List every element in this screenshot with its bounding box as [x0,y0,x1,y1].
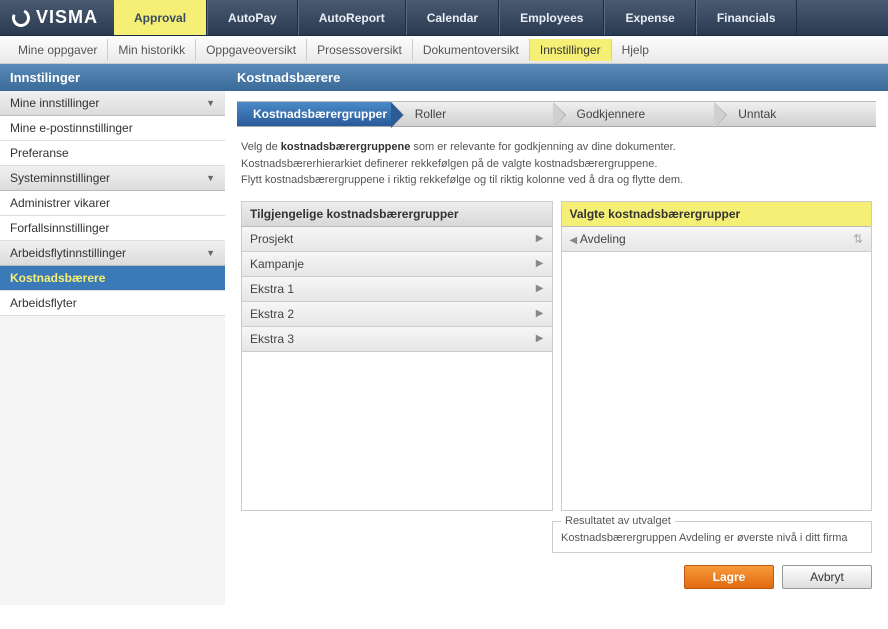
subnav-hjelp[interactable]: Hjelp [612,39,659,61]
topnav-approval[interactable]: Approval [114,0,207,35]
arrow-right-icon: ▶ [536,258,544,269]
topnav-employees[interactable]: Employees [499,0,604,35]
sidebar: Innstilinger Mine innstillinger ▼ Mine e… [0,64,225,605]
brand-logo: VISMA [0,7,114,28]
topnav-autopay[interactable]: AutoPay [207,0,298,35]
intro-pre: Velg de [241,141,281,153]
available-header: Tilgjengelige kostnadsbærergrupper [242,202,552,227]
topnav-financials[interactable]: Financials [696,0,797,35]
intro-line3: Flytt kostnadsbærergruppene i riktig rek… [241,174,683,186]
available-list: Tilgjengelige kostnadsbærergrupper Prosj… [241,201,553,511]
available-row[interactable]: Ekstra 2 ▶ [242,302,552,327]
subnav-innstillinger[interactable]: Innstillinger [530,39,612,61]
cancel-button[interactable]: Avbryt [782,565,872,589]
subnav-min-historikk[interactable]: Min historikk [108,39,196,61]
row-label: Kampanje [250,257,304,271]
logo-icon [9,6,32,29]
available-row[interactable]: Prosjekt ▶ [242,227,552,252]
step-kostnadsbarergrupper[interactable]: Kostnadsbærergrupper [237,101,391,127]
top-nav: Approval AutoPay AutoReport Calendar Emp… [114,0,796,35]
intro-post: som er relevante for godkjenning av dine… [410,141,675,153]
arrow-right-icon: ▶ [536,308,544,319]
step-godkjennere[interactable]: Godkjennere [553,101,715,127]
arrow-left-icon: ◀ [570,235,578,246]
drag-handle-icon[interactable]: ⇅ [853,232,863,246]
content: Kostnadsbærere Kostnadsbærergrupper Roll… [225,64,888,605]
chevron-down-icon: ▼ [206,98,215,108]
button-row: Lagre Avbryt [225,557,888,605]
intro-text: Velg de kostnadsbærergruppene som er rel… [225,127,888,201]
sidebar-group-system[interactable]: Systeminnstillinger ▼ [0,166,225,191]
sidebar-item-epost[interactable]: Mine e-postinnstillinger [0,116,225,141]
step-unntak[interactable]: Unntak [714,101,876,127]
sidebar-item-arbeidsflyter[interactable]: Arbeidsflyter [0,291,225,316]
available-row[interactable]: Kampanje ▶ [242,252,552,277]
chevron-down-icon: ▼ [206,248,215,258]
arrow-right-icon: ▶ [536,283,544,294]
subnav-dokumentoversikt[interactable]: Dokumentoversikt [413,39,530,61]
result-box: Resultatet av utvalget Kostnadsbærergrup… [552,521,872,553]
sidebar-group-mine[interactable]: Mine innstillinger ▼ [0,91,225,116]
top-bar: VISMA Approval AutoPay AutoReport Calend… [0,0,888,36]
selected-row[interactable]: ◀ Avdeling ⇅ [562,227,872,252]
main-area: Innstilinger Mine innstillinger ▼ Mine e… [0,64,888,605]
row-label: Ekstra 2 [250,307,294,321]
topnav-autoreport[interactable]: AutoReport [298,0,406,35]
sidebar-title: Innstilinger [0,64,225,91]
save-button[interactable]: Lagre [684,565,774,589]
step-roller[interactable]: Roller [391,101,553,127]
picklists: Tilgjengelige kostnadsbærergrupper Prosj… [225,201,888,511]
selected-list: Valgte kostnadsbærergrupper ◀ Avdeling ⇅ [561,201,873,511]
chevron-down-icon: ▼ [206,173,215,183]
selected-header: Valgte kostnadsbærergrupper [562,202,872,227]
sidebar-item-preferanse[interactable]: Preferanse [0,141,225,166]
row-label: Avdeling [580,232,626,246]
sub-bar: Mine oppgaver Min historikk Oppgaveovers… [0,36,888,64]
intro-bold: kostnadsbærergruppene [281,141,411,153]
sidebar-item-vikarer[interactable]: Administrer vikarer [0,191,225,216]
row-label: Ekstra 1 [250,282,294,296]
topnav-expense[interactable]: Expense [604,0,695,35]
sidebar-item-kostnadsbarere[interactable]: Kostnadsbærere [0,266,225,291]
sidebar-group-label: Arbeidsflytinnstillinger [10,246,126,260]
arrow-right-icon: ▶ [536,333,544,344]
arrow-right-icon: ▶ [536,233,544,244]
result-text: Kostnadsbærergruppen Avdeling er øverste… [561,532,848,544]
sidebar-item-forfall[interactable]: Forfallsinnstillinger [0,216,225,241]
available-row[interactable]: Ekstra 3 ▶ [242,327,552,352]
brand-text: VISMA [36,7,98,28]
sidebar-group-label: Mine innstillinger [10,96,99,110]
topnav-calendar[interactable]: Calendar [406,0,499,35]
subnav-prosessoversikt[interactable]: Prosessoversikt [307,39,413,61]
subnav-mine-oppgaver[interactable]: Mine oppgaver [8,39,108,61]
row-label: Ekstra 3 [250,332,294,346]
result-legend: Resultatet av utvalget [561,515,675,527]
intro-line2: Kostnadsbærerhierarkiet definerer rekkef… [241,158,657,170]
available-row[interactable]: Ekstra 1 ▶ [242,277,552,302]
row-label: Prosjekt [250,232,293,246]
content-title: Kostnadsbærere [225,64,888,91]
sidebar-group-arbeidsflyt[interactable]: Arbeidsflytinnstillinger ▼ [0,241,225,266]
sidebar-group-label: Systeminnstillinger [10,171,110,185]
subnav-oppgaveoversikt[interactable]: Oppgaveoversikt [196,39,307,61]
step-bar: Kostnadsbærergrupper Roller Godkjennere … [237,101,876,127]
